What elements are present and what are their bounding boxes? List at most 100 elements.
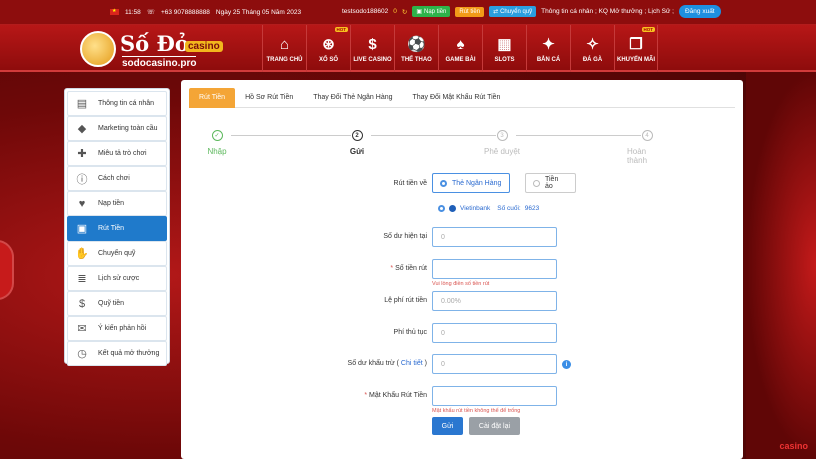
current-balance-label: Số dư hiện tại (383, 233, 427, 240)
amount-error: Vui lòng điền số tiền rút (432, 281, 490, 287)
transfer-hand-icon: ✋ (75, 248, 89, 260)
sidebar-item-9[interactable]: ✉ Ý kiến phản hồi (67, 316, 167, 341)
submit-button[interactable]: Gửi (432, 417, 463, 435)
amount-label: * Số tiền rút (390, 265, 427, 272)
phone-icon: ☏ (146, 9, 155, 16)
home-icon: ⌂ (279, 35, 290, 53)
step-circle: 3 (496, 130, 508, 141)
id-card-icon: ▤ (76, 98, 88, 110)
step-circle: ✓ (211, 130, 223, 141)
step-label: Nhập (207, 147, 227, 156)
bank-account-option[interactable]: Vietinbank Số cuối: 9623 (438, 205, 539, 212)
fee-label: Lệ phí rút tiền (384, 297, 427, 304)
tab-2[interactable]: Thay Đổi Thẻ Ngân Hàng (303, 88, 402, 108)
sports-ball-icon: ⚽ (407, 36, 426, 53)
wallet-icon: ▣ (416, 9, 423, 15)
option-virtual-money[interactable]: Tiền ảo (525, 173, 576, 193)
main-nav: ⌂ TRANG CHỦ ⊛ XỔ SỐ HOT $ LIVE CASINO ⚽ THỂ THAO… (262, 25, 658, 72)
tab-0[interactable]: Rút Tiền (189, 88, 236, 108)
sidebar-item-6[interactable]: ✋ Chuyển quỹ (67, 241, 167, 266)
nav-label: ĐÁ GÀ (582, 57, 603, 63)
sidebar-item-label: Rút Tiền (98, 225, 125, 232)
fish-icon: ✦ (542, 36, 555, 53)
sidebar-item-10[interactable]: ◷ Kết quả mở thưởng (67, 341, 167, 366)
logo-subtitle: sodocasino.pro (122, 56, 197, 69)
sidebar-item-2[interactable]: ✚ Miêu tả trò chơi (67, 141, 167, 166)
transfer-button[interactable]: ⇄ Chuyển quỹ (489, 6, 537, 17)
step-label: Phê duyệt (483, 147, 521, 156)
gamepad-icon: ✚ (77, 148, 87, 160)
floating-side-button[interactable] (0, 240, 14, 300)
refresh-balance-icon[interactable]: ↻ (402, 8, 407, 16)
nav-item-8[interactable]: ❒ KHUYẾN MÃI HOT (614, 25, 658, 72)
nav-label: TRANG CHỦ (266, 57, 303, 63)
hot-badge: HOT (334, 27, 348, 32)
site-logo[interactable]: Số Đỏ casino sodocasino.pro (80, 27, 240, 70)
nav-label: LIVE CASINO (353, 57, 392, 63)
nav-item-4[interactable]: ♠ GAME BÀI (438, 25, 482, 72)
money-stack-icon: $ (78, 297, 86, 310)
procedure-fee-label: Phí thủ tục (393, 329, 427, 336)
sidebar-item-label: Quỹ tiền (98, 300, 125, 307)
background-decoration (746, 70, 816, 459)
current-balance-field: 0 (432, 227, 557, 247)
nav-label: KHUYẾN MÃI (616, 57, 655, 63)
deposit-button[interactable]: ▣ Nạp tiền (412, 6, 451, 17)
bank-name: Vietinbank (460, 205, 491, 212)
nav-label: BẮN CÁ (536, 57, 561, 63)
sidebar-item-4[interactable]: ♥ Nạp tiền (67, 191, 167, 216)
account-balance: 0 (393, 8, 397, 15)
nav-item-0[interactable]: ⌂ TRANG CHỦ (262, 25, 306, 72)
rooster-icon: ✧ (586, 36, 599, 53)
tab-3[interactable]: Thay Đổi Mật Khẩu Rút Tiền (403, 88, 511, 108)
last-digits: 9623 (524, 205, 540, 212)
nav-item-6[interactable]: ✦ BẮN CÁ (526, 25, 570, 72)
sidebar-item-1[interactable]: ◆ Marketing toàn cầu (67, 116, 167, 141)
step-label: Hoàn thành (627, 147, 648, 165)
piggy-bank-icon: ♥ (78, 197, 86, 210)
top-bar: 11:58 ☏ +63 9078888888 Ngày 25 Tháng 05 … (0, 0, 816, 25)
nav-label: XỔ SỐ (318, 57, 338, 63)
logo-title: Số Đỏ (120, 31, 189, 56)
option-bank-card[interactable]: Thẻ Ngân Hàng (432, 173, 510, 193)
reset-button[interactable]: Cài đặt lại (469, 417, 520, 435)
chat-bubble-icon: ✉ (77, 323, 87, 335)
nav-item-7[interactable]: ✧ ĐÁ GÀ (570, 25, 614, 72)
procedure-fee-field: 0 (432, 323, 557, 343)
sidebar-item-8[interactable]: $ Quỹ tiền (67, 291, 167, 316)
sidebar-item-0[interactable]: ▤ Thông tin cá nhân (67, 91, 167, 116)
sidebar-item-label: Lịch sử cược (98, 275, 140, 282)
sidebar-item-label: Kết quả mở thưởng (98, 350, 160, 357)
detail-link[interactable]: Chi tiết (401, 360, 423, 367)
step-circle: 4 (641, 130, 653, 141)
sidebar-item-7[interactable]: ≣ Lịch sử cược (67, 266, 167, 291)
nav-item-5[interactable]: ▦ SLOTS (482, 25, 526, 72)
logout-button[interactable]: Đăng xuất (678, 5, 721, 18)
password-input[interactable] (432, 386, 557, 406)
sidebar-item-5[interactable]: ▣ Rút Tiền (67, 216, 167, 241)
casino-chip-icon: $ (368, 35, 377, 53)
step-label: Gửi (349, 147, 365, 156)
clock-history-icon: ◷ (77, 348, 87, 360)
history-list-icon: ≣ (77, 273, 87, 285)
step-1: 2 Gửi (337, 130, 377, 156)
info-icon[interactable]: i (562, 360, 571, 369)
corner-casino-logo: casino (779, 441, 808, 451)
tab-1[interactable]: Hồ Sơ Rút Tiền (235, 88, 303, 108)
deducted-balance-label: Số dư khấu trừ ( Chi tiết ) (347, 360, 427, 367)
amount-input[interactable] (432, 259, 557, 279)
transfer-icon: ⇄ (493, 9, 499, 15)
sidebar-item-3[interactable]: ⓘ Cách chơi (67, 166, 167, 191)
sidebar-item-label: Chuyển quỹ (98, 250, 136, 257)
withdraw-button[interactable]: Rút tiền (455, 6, 485, 17)
diamond-icon: ◆ (77, 123, 87, 135)
nav-item-3[interactable]: ⚽ THỂ THAO (394, 25, 438, 72)
nav-item-1[interactable]: ⊛ XỔ SỐ HOT (306, 25, 350, 72)
gift-icon: ❒ (629, 36, 643, 53)
nav-item-2[interactable]: $ LIVE CASINO (350, 25, 394, 72)
cards-icon: ♠ (456, 35, 465, 53)
username: testsodo188602 (342, 8, 389, 15)
sidebar-item-label: Thông tin cá nhân (98, 100, 155, 107)
account-links[interactable]: Thông tin cá nhân ; KQ Mở thưởng ; Lịch … (541, 8, 674, 15)
step-connector (371, 135, 496, 136)
